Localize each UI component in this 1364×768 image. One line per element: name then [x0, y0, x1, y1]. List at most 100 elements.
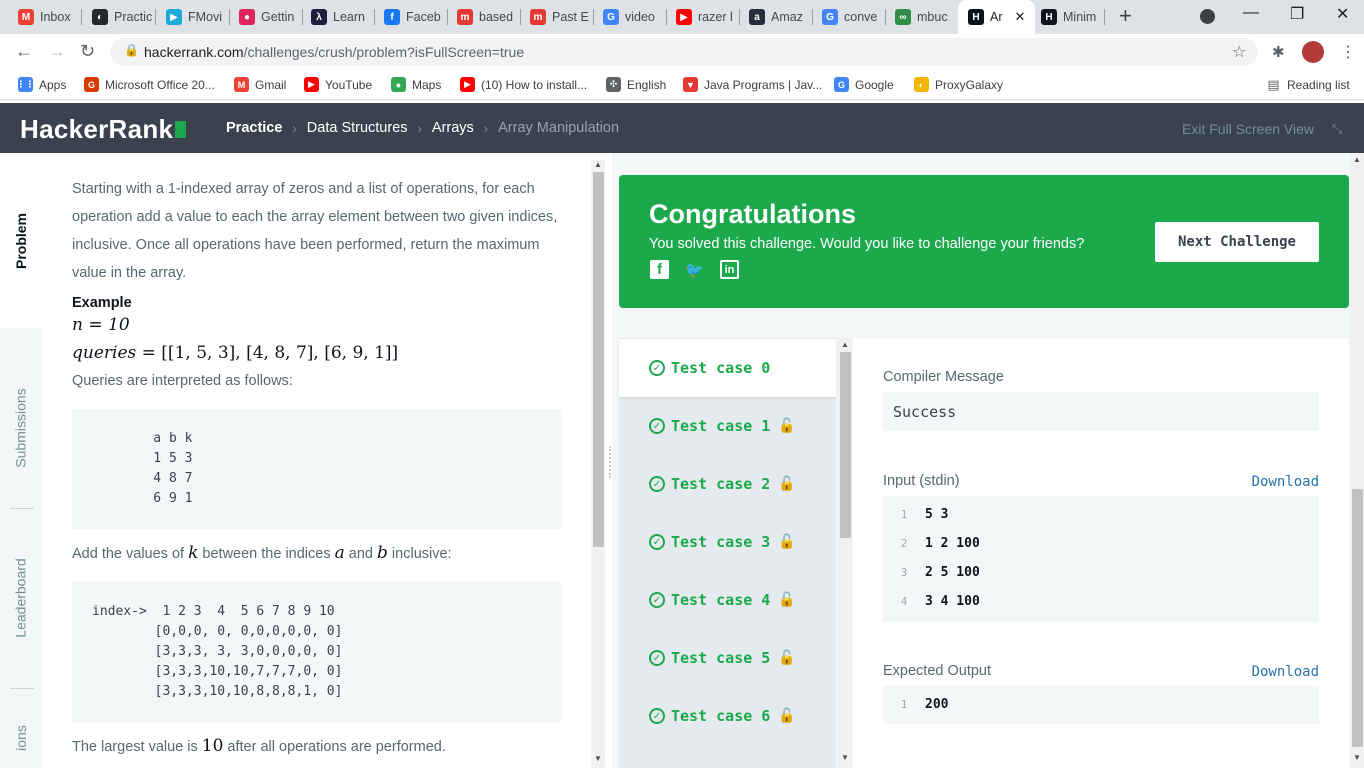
browser-tab[interactable]: λ Learn: [305, 5, 375, 29]
bookmark-item[interactable]: ⋮⋮ Apps: [17, 77, 66, 92]
reading-list-icon: ▤: [1267, 76, 1280, 92]
browser-tab-label: Practic: [114, 10, 153, 24]
record-icon: ●: [239, 9, 255, 25]
linkedin-icon[interactable]: in: [720, 260, 739, 279]
browser-tab[interactable]: ◐ Practic: [86, 5, 156, 29]
browser-tab-label: Faceb: [406, 10, 441, 24]
bookmark-item[interactable]: ● Maps: [391, 77, 441, 92]
exit-fullscreen-link[interactable]: Exit Full Screen View: [1182, 121, 1314, 137]
minimize-icon[interactable]: —: [1243, 4, 1259, 22]
tab-discussions[interactable]: ions: [0, 708, 42, 768]
reload-icon[interactable]: ↻: [80, 42, 95, 60]
browser-tab[interactable]: Gconve: [816, 5, 886, 29]
bookmark-item[interactable]: G Google: [834, 77, 894, 92]
download-expected-link[interactable]: Download: [1247, 664, 1319, 680]
github-icon: ◐: [92, 9, 108, 25]
browser-tab[interactable]: ∞ mbuc: [889, 5, 959, 29]
test-case-label: Test case 3: [671, 533, 771, 551]
browser-tab[interactable]: ▶ razer l: [670, 5, 740, 29]
hackerrank-header: HackerRank Practice › Data Structures › …: [0, 103, 1364, 153]
lock-icon: 🔓: [778, 708, 796, 724]
bookmark-item[interactable]: M Gmail: [234, 77, 286, 92]
browser-tab[interactable]: m Past E: [524, 5, 594, 29]
next-challenge-button[interactable]: Next Challenge: [1155, 222, 1319, 262]
reading-list[interactable]: ▤ Reading list: [1266, 76, 1349, 92]
bookmark-item[interactable]: ▶ (10) How to install...: [460, 77, 587, 92]
testcase-scrollbar[interactable]: ▲ ▼: [838, 338, 852, 768]
forward-icon[interactable]: →: [48, 42, 66, 60]
close-window-icon[interactable]: ✕: [1336, 4, 1349, 24]
add-values-text: Add the values of k between the indices …: [72, 543, 452, 563]
tab-search-icon[interactable]: [1200, 9, 1215, 24]
chevron-right-icon: ›: [292, 120, 297, 136]
test-case-1[interactable]: ✓ Test case 1 🔓: [619, 397, 836, 455]
m-logo-icon: m: [457, 9, 473, 25]
check-circle-icon: ✓: [649, 650, 665, 666]
test-case-0[interactable]: ✓ Test case 0: [619, 339, 836, 397]
crumb-practice[interactable]: Practice: [226, 120, 282, 136]
test-case-2[interactable]: ✓ Test case 2 🔓: [619, 455, 836, 513]
n-equation: n = 10: [72, 315, 130, 335]
test-case-list: ✓ Test case 0 ✓ Test case 1 🔓 ✓ Test case 2 🔓 ✓ T…: [619, 338, 836, 768]
browser-tab-strip: + — ❐ ✕ M Inbox ◐ Practic ▶ FMovi ● Gettin λ Lear…: [0, 0, 1364, 34]
test-case-label: Test case 1: [671, 417, 771, 435]
browser-tab[interactable]: H Ar ✕: [958, 0, 1035, 34]
test-case-6[interactable]: ✓ Test case 6 🔓: [619, 687, 836, 745]
input-label: Input (stdin): [883, 473, 960, 489]
close-tab-icon[interactable]: ✕: [1015, 9, 1026, 25]
tab-submissions[interactable]: Submissions: [0, 353, 42, 503]
page-scrollbar[interactable]: ▲ ▼: [1350, 153, 1364, 768]
url-text[interactable]: hackerrank.com/challenges/crush/problem?…: [144, 44, 524, 60]
test-case-4[interactable]: ✓ Test case 4 🔓: [619, 571, 836, 629]
browser-tab[interactable]: a Amaz: [743, 5, 813, 29]
test-case-label: Test case 5: [671, 649, 771, 667]
java-icon: ▼: [683, 77, 698, 92]
code-line: 1 200: [900, 697, 949, 712]
browser-tab[interactable]: ● Gettin: [233, 5, 303, 29]
queries-interpretation: Queries are interpreted as follows:: [72, 373, 293, 389]
breadcrumb: Practice › Data Structures › Arrays › Ar…: [226, 120, 619, 136]
download-input-link[interactable]: Download: [1247, 474, 1319, 490]
profile-avatar[interactable]: [1302, 41, 1324, 63]
test-case-5[interactable]: ✓ Test case 5 🔓: [619, 629, 836, 687]
code-line: 32 5 100: [900, 565, 980, 580]
problem-scrollbar[interactable]: ▲ ▼: [591, 160, 605, 768]
lock-icon[interactable]: 🔒: [124, 43, 139, 57]
crumb-data-structures[interactable]: Data Structures: [307, 120, 408, 136]
back-icon[interactable]: ←: [15, 42, 33, 60]
extensions-icon[interactable]: ✱: [1272, 43, 1285, 61]
browser-tab[interactable]: M Inbox: [12, 5, 82, 29]
bookmark-item[interactable]: ▶ YouTube: [304, 77, 372, 92]
bookmark-item[interactable]: G Microsoft Office 20...: [84, 77, 215, 92]
test-case-3[interactable]: ✓ Test case 3 🔓: [619, 513, 836, 571]
collapse-icon[interactable]: ⤡: [1332, 121, 1342, 137]
proxy-icon: ◐: [914, 77, 929, 92]
maximize-icon[interactable]: ❐: [1290, 4, 1304, 24]
bookmark-item[interactable]: ✣ English: [606, 77, 666, 92]
input-box: 15 3 21 2 100 3 2 5 100 4 3 4 100: [883, 496, 1319, 622]
browser-tab-label: Amaz: [771, 10, 803, 24]
crumb-arrays[interactable]: Arrays: [432, 120, 474, 136]
browser-tab[interactable]: ▶ FMovi: [160, 5, 230, 29]
facebook-icon[interactable]: f: [650, 260, 669, 279]
hackerrank-logo[interactable]: HackerRank: [20, 115, 187, 143]
bookmark-star-icon[interactable]: ☆: [1232, 42, 1246, 62]
browser-tab[interactable]: f Faceb: [378, 5, 448, 29]
bookmark-item[interactable]: ▼ Java Programs | Jav...: [683, 77, 822, 92]
congrats-title: Congratulations: [649, 199, 856, 229]
bookmark-item[interactable]: ◐ ProxyGalaxy: [914, 77, 1003, 92]
browser-tab-label: mbuc: [917, 10, 948, 24]
browser-menu-icon[interactable]: ⋮: [1340, 42, 1356, 62]
gmail-icon: M: [234, 77, 249, 92]
new-tab-button[interactable]: +: [1119, 5, 1132, 27]
tab-leaderboard[interactable]: Leaderboard: [0, 523, 42, 673]
bookmark-label: Java Programs | Jav...: [704, 77, 823, 92]
browser-tab[interactable]: H Minim: [1035, 5, 1105, 29]
tab-problem[interactable]: Problem: [0, 153, 42, 328]
expected-output-label: Expected Output: [883, 663, 992, 679]
browser-tab-label: Ar: [990, 10, 1003, 24]
twitter-icon[interactable]: 🐦: [685, 260, 704, 279]
browser-tab[interactable]: m based: [451, 5, 521, 29]
browser-tab-label: based: [479, 10, 514, 24]
browser-tab[interactable]: Gvideo: [597, 5, 667, 29]
